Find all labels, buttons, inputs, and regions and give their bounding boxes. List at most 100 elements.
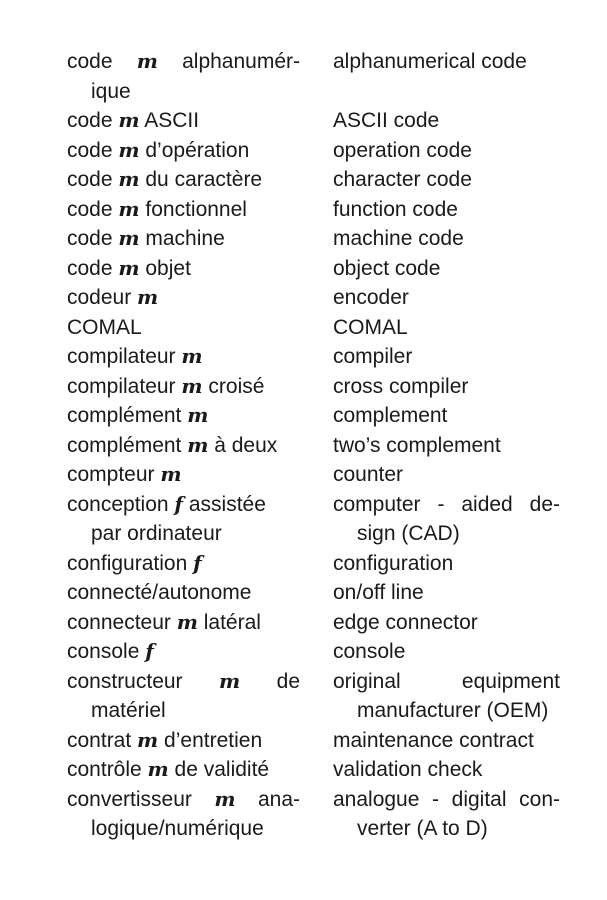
- term-text: code: [67, 138, 119, 162]
- english-translation: compiler: [333, 342, 560, 372]
- english-translation: two’s complement: [333, 431, 560, 461]
- translation-line: complement: [333, 404, 448, 427]
- french-term: code m d’opération: [67, 136, 300, 166]
- term-line: complément m à deux: [67, 431, 300, 461]
- gender-marker: m: [187, 403, 209, 427]
- gender-marker: m: [176, 609, 198, 634]
- glossary-entry: code m d’opération operation code: [67, 136, 560, 166]
- term-text: à deux: [208, 433, 278, 457]
- english-translation: COMAL: [333, 313, 560, 343]
- term-text: par ordinateur: [91, 522, 222, 545]
- translation-line: operation code: [333, 138, 472, 162]
- glossary-entry: conception f assistée par ordinateur compu…: [67, 490, 560, 549]
- french-term: code m alphanumér- ique: [67, 47, 300, 106]
- term-text: ique: [91, 79, 131, 103]
- glossary-entry: configuration f configuration: [67, 549, 560, 579]
- glossary-entry: contrôle m de validité validation check: [67, 755, 560, 785]
- gender-marker: m: [118, 137, 140, 162]
- english-translation: maintenance contract: [333, 726, 560, 756]
- term-line: compteur m: [67, 460, 300, 490]
- term-line: code m du caractère: [67, 165, 300, 195]
- term-text: contrôle: [67, 758, 148, 781]
- glossary-entry: compilateur m compiler: [67, 342, 560, 372]
- french-term: COMAL: [67, 313, 300, 343]
- translation-line: encoder: [333, 286, 409, 309]
- english-translation: character code: [333, 165, 560, 195]
- term-text: assistée: [183, 492, 266, 516]
- term-line: logique/numérique: [67, 814, 300, 844]
- english-translation: machine code: [333, 224, 560, 254]
- english-translation: alphanumerical code: [333, 47, 560, 106]
- french-term: complément m: [67, 401, 300, 431]
- glossary-table: code m alphanumér- ique alphanumerical co…: [67, 47, 560, 844]
- glossary-entry: code m du caractère character code: [67, 165, 560, 195]
- gender-marker: m: [118, 255, 140, 280]
- gender-marker: f: [145, 639, 154, 663]
- english-translation: edge connector: [333, 608, 560, 638]
- translation-line: maintenance contract: [333, 728, 534, 752]
- term-line: complément m: [67, 401, 300, 431]
- term-text: fonctionnel: [139, 197, 247, 221]
- term-line: console f: [67, 637, 300, 667]
- term-line: code m objet: [67, 254, 300, 284]
- gender-marker: m: [214, 786, 236, 811]
- term-line: code m fonctionnel: [67, 195, 300, 225]
- glossary-entry: compteur m counter: [67, 460, 560, 490]
- translation-line: cross compiler: [333, 374, 469, 398]
- gender-marker: m: [118, 167, 140, 191]
- french-term: conception f assistée par ordinateur: [67, 490, 300, 549]
- term-text: constructeur: [67, 669, 220, 693]
- glossary-entry: console f console: [67, 637, 560, 667]
- glossary-entry: complément m à deux two’s complement: [67, 431, 560, 461]
- term-line: codeur m: [67, 283, 300, 313]
- term-text: code: [67, 50, 137, 73]
- term-line: matériel: [67, 696, 300, 726]
- english-translation: ASCII code: [333, 106, 560, 136]
- translation-line: COMAL: [333, 315, 408, 339]
- french-term: constructeur m de matériel: [67, 667, 300, 726]
- english-translation: counter: [333, 460, 560, 490]
- translation-line: validation check: [333, 758, 483, 781]
- term-text: code: [67, 109, 119, 132]
- gender-marker: f: [174, 491, 184, 516]
- term-line: compilateur m croisé: [67, 372, 300, 402]
- french-term: compteur m: [67, 460, 300, 490]
- glossary-entry: compilateur m croisé cross compiler: [67, 372, 560, 402]
- translation-line: on/off line: [333, 581, 424, 604]
- translation-line: console: [333, 640, 406, 663]
- term-text: console: [67, 640, 146, 663]
- translation-line: counter: [333, 463, 404, 486]
- term-line: code m alphanumér-: [67, 47, 300, 77]
- term-line: convertisseur m ana-: [67, 785, 300, 815]
- term-text: logique/numérique: [91, 817, 264, 840]
- term-text: COMAL: [67, 315, 142, 339]
- english-translation: computer - aided de-sign (CAD): [333, 490, 560, 549]
- translation-line: character code: [333, 168, 472, 191]
- translation-line: configuration: [333, 551, 454, 575]
- english-translation: operation code: [333, 136, 560, 166]
- term-text: code: [67, 256, 119, 280]
- term-line: connecté/autonome: [67, 578, 300, 608]
- french-term: connecté/autonome: [67, 578, 300, 608]
- translation-line: function code: [333, 197, 458, 221]
- term-text: matériel: [91, 699, 166, 722]
- french-term: code m du caractère: [67, 165, 300, 195]
- term-line: constructeur m de: [67, 667, 300, 697]
- english-translation: complement: [333, 401, 560, 431]
- english-translation: original equipment manufacturer (OEM): [333, 667, 560, 726]
- term-text: de: [276, 669, 300, 693]
- glossary-entry: code m alphanumér- ique alphanumerical co…: [67, 47, 560, 106]
- term-text: machine: [139, 227, 225, 250]
- term-line: code m ASCII: [67, 106, 300, 136]
- term-text: contrat: [67, 728, 138, 752]
- glossary-entry: connecté/autonome on/off line: [67, 578, 560, 608]
- translation-line: original equipment: [333, 669, 560, 693]
- glossary-entry: connecteur m latéral edge connector: [67, 608, 560, 638]
- english-translation: console: [333, 637, 560, 667]
- gender-marker: m: [118, 196, 140, 221]
- english-translation: on/off line: [333, 578, 560, 608]
- term-text: croisé: [202, 374, 265, 398]
- term-line: connecteur m latéral: [67, 608, 300, 638]
- term-text: latéral: [197, 610, 261, 634]
- french-term: code m objet: [67, 254, 300, 284]
